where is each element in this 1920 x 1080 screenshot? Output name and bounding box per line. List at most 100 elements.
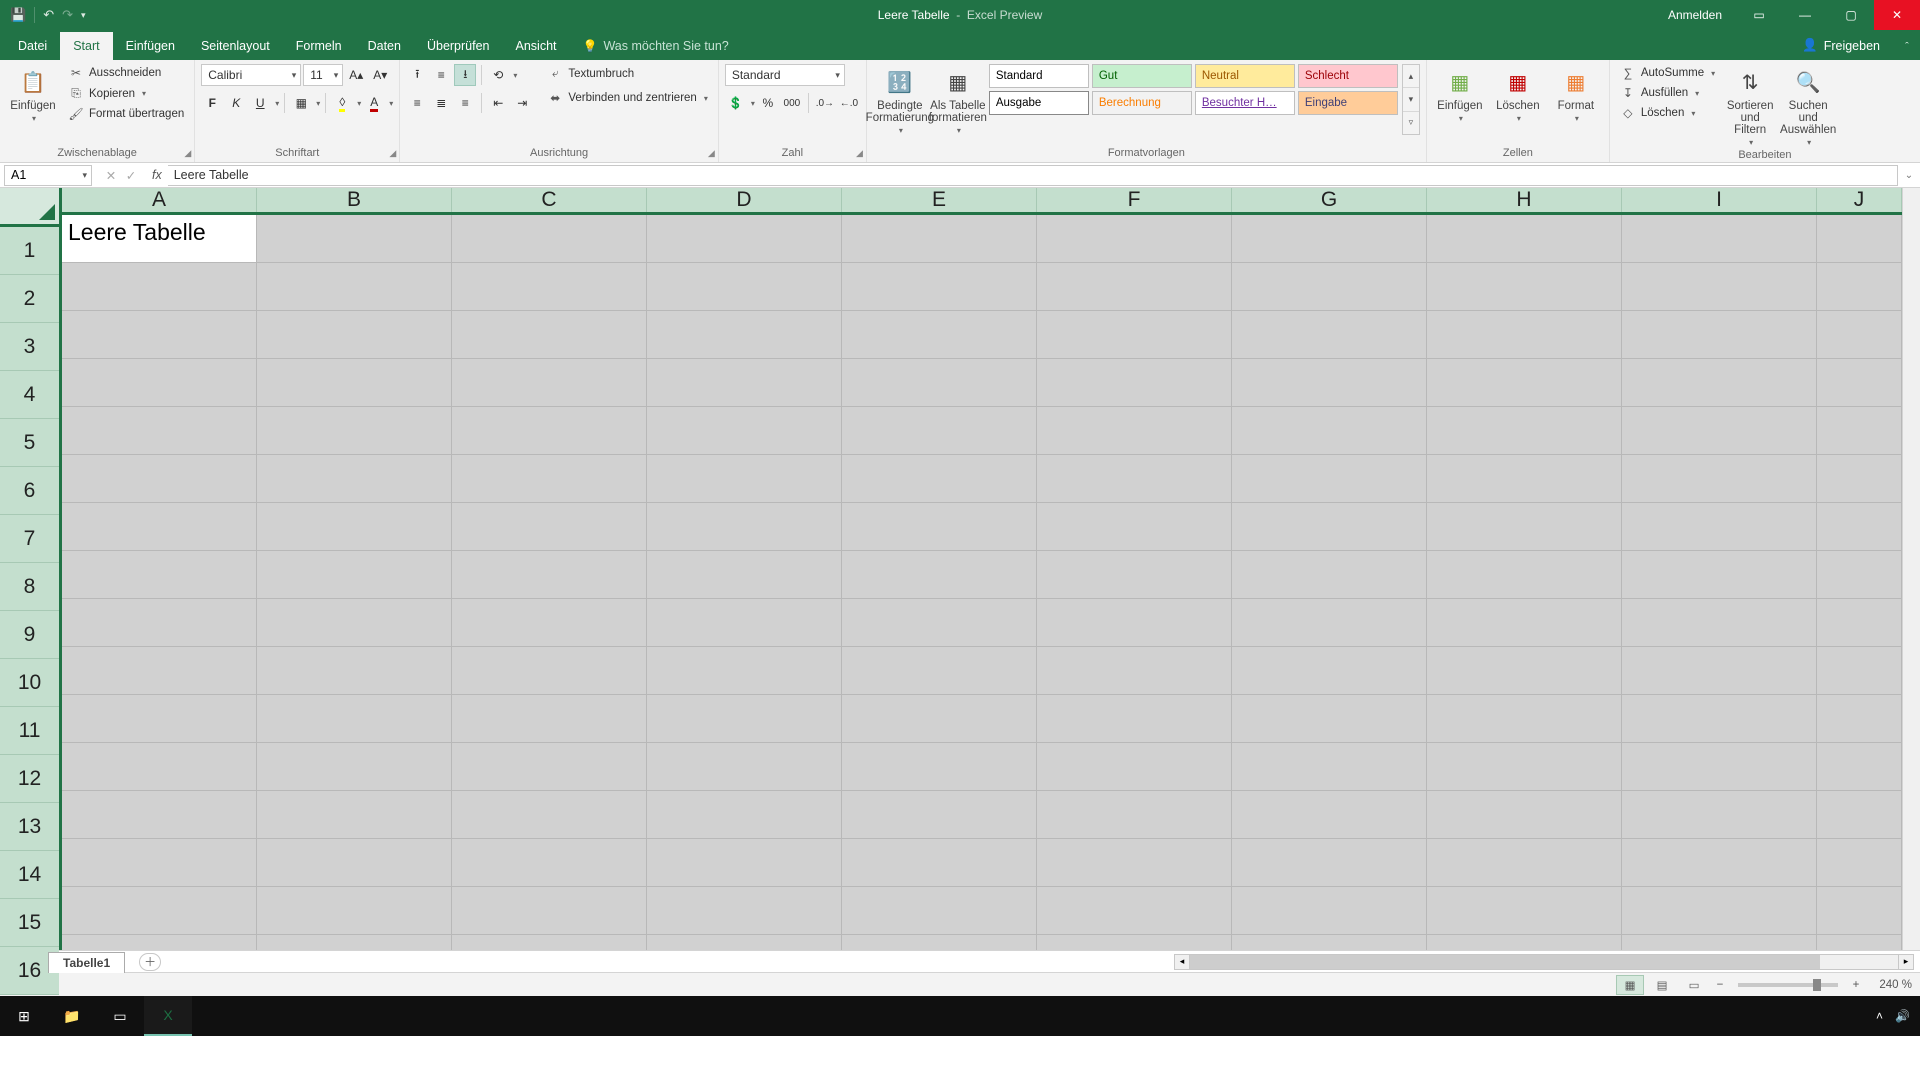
cell[interactable]	[647, 647, 842, 695]
cell[interactable]	[647, 311, 842, 359]
cell[interactable]	[1037, 647, 1232, 695]
column-header[interactable]: E	[842, 188, 1037, 212]
align-left-button[interactable]: ≡	[406, 92, 428, 114]
cell[interactable]	[257, 743, 452, 791]
wrap-text-button[interactable]: ⤶Textumbruch	[543, 64, 712, 83]
cell[interactable]	[842, 695, 1037, 743]
tab-review[interactable]: Überprüfen	[414, 32, 503, 60]
cell[interactable]	[1232, 887, 1427, 935]
cell[interactable]	[1427, 551, 1622, 599]
cell[interactable]	[1427, 887, 1622, 935]
cancel-formula-icon[interactable]: ✕	[102, 168, 120, 183]
cell[interactable]	[62, 791, 257, 839]
column-header[interactable]: C	[452, 188, 647, 212]
currency-button[interactable]: 💲	[725, 92, 747, 114]
row-header[interactable]: 11	[0, 707, 59, 755]
indent-increase-button[interactable]: ⇥	[511, 92, 533, 114]
cell[interactable]	[1622, 599, 1817, 647]
style-berechnung[interactable]: Berechnung	[1092, 91, 1192, 115]
cell[interactable]	[842, 599, 1037, 647]
cell[interactable]	[1817, 311, 1902, 359]
expand-formula-bar-icon[interactable]: ⌄	[1898, 170, 1920, 181]
tab-insert[interactable]: Einfügen	[113, 32, 188, 60]
cell[interactable]	[1817, 743, 1902, 791]
conditional-formatting-button[interactable]: 🔢 Bedingte Formatierung▾	[873, 64, 927, 135]
cell[interactable]	[647, 215, 842, 263]
border-button[interactable]: ▦	[290, 92, 312, 114]
clipboard-dialog-icon[interactable]: ◢	[184, 148, 191, 159]
alignment-dialog-icon[interactable]: ◢	[708, 148, 715, 159]
format-as-table-button[interactable]: ▦ Als Tabelle formatieren▾	[931, 64, 985, 135]
cell[interactable]	[842, 311, 1037, 359]
gallery-down-icon[interactable]: ▾	[1403, 88, 1419, 111]
font-color-button[interactable]: A	[363, 92, 385, 114]
row-header[interactable]: 15	[0, 899, 59, 947]
column-header[interactable]: I	[1622, 188, 1817, 212]
delete-cells-button[interactable]: ▦Löschen▾	[1491, 64, 1545, 123]
cell[interactable]	[1817, 407, 1902, 455]
cell[interactable]	[452, 311, 647, 359]
cell[interactable]	[1037, 791, 1232, 839]
cell[interactable]	[257, 503, 452, 551]
cell[interactable]	[647, 407, 842, 455]
cell[interactable]	[257, 935, 452, 950]
zoom-thumb[interactable]	[1813, 979, 1821, 991]
percent-button[interactable]: %	[757, 92, 779, 114]
row-header[interactable]: 14	[0, 851, 59, 899]
cell[interactable]	[1232, 791, 1427, 839]
align-center-button[interactable]: ≣	[430, 92, 452, 114]
cell[interactable]	[1622, 743, 1817, 791]
insert-cells-button[interactable]: ▦Einfügen▾	[1433, 64, 1487, 123]
row-header[interactable]: 6	[0, 467, 59, 515]
copy-button[interactable]: ⎘Kopieren▾	[64, 84, 188, 103]
cell[interactable]	[452, 647, 647, 695]
hscroll-thumb[interactable]	[1190, 955, 1820, 969]
cell[interactable]	[1622, 839, 1817, 887]
minimize-button[interactable]: —	[1782, 0, 1828, 30]
redo-icon[interactable]: ↷	[62, 7, 73, 23]
cell[interactable]	[647, 503, 842, 551]
gallery-more-icon[interactable]: ▿	[1403, 112, 1419, 134]
select-all-button[interactable]	[0, 188, 59, 227]
cell[interactable]	[1037, 695, 1232, 743]
cell[interactable]	[1427, 839, 1622, 887]
cell[interactable]	[1817, 791, 1902, 839]
cell[interactable]	[647, 935, 842, 950]
close-button[interactable]: ✕	[1874, 0, 1920, 30]
bold-button[interactable]: F	[201, 92, 223, 114]
zoom-slider[interactable]	[1738, 983, 1838, 987]
cell[interactable]	[257, 839, 452, 887]
cell[interactable]	[1817, 647, 1902, 695]
cell[interactable]	[257, 311, 452, 359]
font-name-select[interactable]: Calibri	[201, 64, 301, 86]
align-middle-button[interactable]: ≡	[430, 64, 452, 86]
enter-formula-icon[interactable]: ✓	[122, 168, 140, 183]
cell[interactable]	[1037, 599, 1232, 647]
increase-decimal-button[interactable]: .0→	[814, 92, 836, 114]
cell[interactable]	[62, 263, 257, 311]
cell[interactable]	[62, 503, 257, 551]
cell[interactable]	[1232, 407, 1427, 455]
cell[interactable]	[647, 839, 842, 887]
tellme-search[interactable]: 💡Was möchten Sie tun?	[570, 32, 742, 60]
italic-button[interactable]: K	[225, 92, 247, 114]
cell[interactable]	[257, 791, 452, 839]
view-normal-button[interactable]: ▦	[1616, 975, 1644, 995]
cell[interactable]	[62, 647, 257, 695]
tab-layout[interactable]: Seitenlayout	[188, 32, 283, 60]
cell[interactable]	[1232, 455, 1427, 503]
cell[interactable]	[257, 263, 452, 311]
row-header[interactable]: 8	[0, 563, 59, 611]
cell[interactable]	[1037, 455, 1232, 503]
row-header[interactable]: 4	[0, 371, 59, 419]
font-shrink-button[interactable]: A▾	[369, 64, 391, 86]
formula-input[interactable]: Leere Tabelle	[168, 165, 1898, 186]
cell[interactable]	[1427, 503, 1622, 551]
undo-icon[interactable]: ↶	[43, 7, 54, 23]
style-schlecht[interactable]: Schlecht	[1298, 64, 1398, 88]
tab-formulas[interactable]: Formeln	[283, 32, 355, 60]
cell[interactable]	[257, 359, 452, 407]
add-sheet-button[interactable]: ＋	[139, 953, 161, 971]
cell[interactable]	[1817, 551, 1902, 599]
cell[interactable]	[1232, 743, 1427, 791]
